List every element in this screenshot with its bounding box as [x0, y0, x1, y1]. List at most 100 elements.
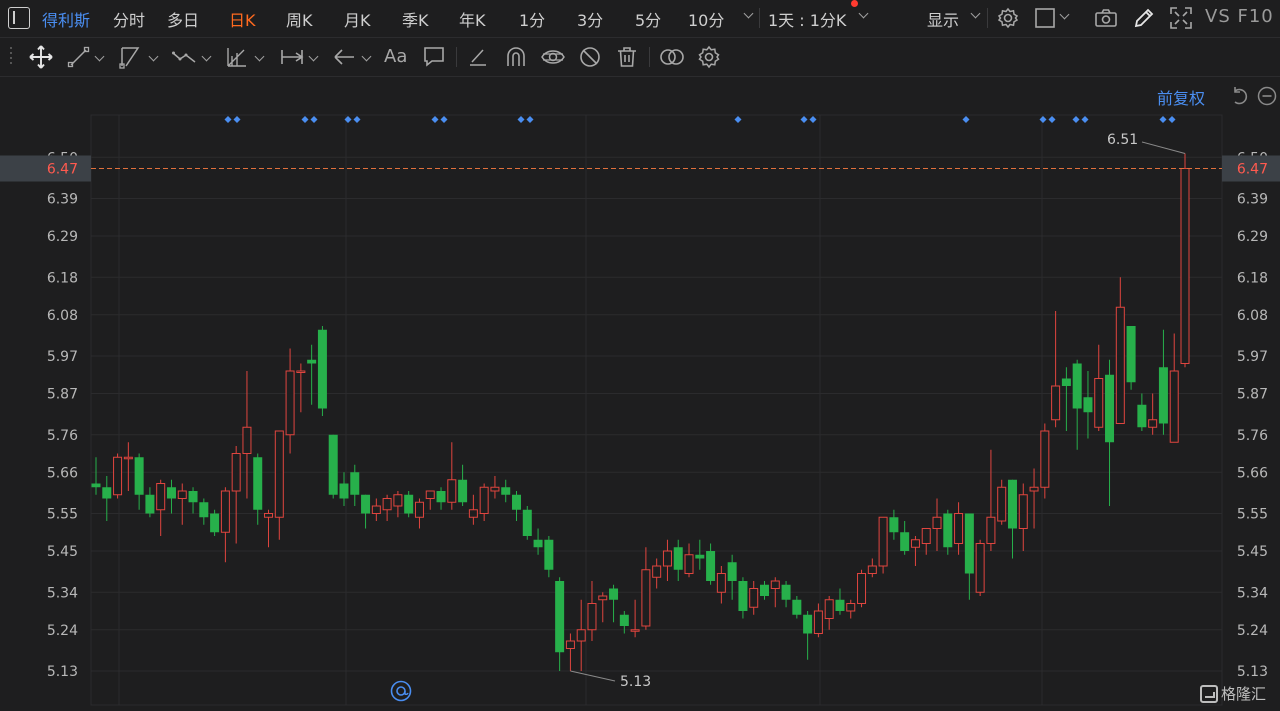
y-axis-left: 6.506.396.296.186.085.975.875.765.665.55…: [47, 150, 78, 680]
comment-icon[interactable]: [421, 44, 447, 70]
eye-toggle-icon[interactable]: [540, 44, 566, 70]
pencil-icon[interactable]: [1131, 5, 1157, 31]
period-tab-weekly-k[interactable]: 周K: [286, 7, 313, 31]
candle-body-up: [954, 513, 964, 544]
candle-body-down: [328, 434, 338, 495]
candle-body-down: [166, 487, 176, 499]
move-icon[interactable]: [28, 44, 54, 70]
stock-name[interactable]: 得利斯: [42, 7, 90, 31]
chevron-down-icon[interactable]: [254, 51, 265, 62]
chevron-down-icon[interactable]: [858, 8, 869, 19]
current-price-label: 6.47: [1237, 162, 1268, 178]
watermark-logo-icon: [1200, 684, 1218, 703]
candlesticks: [91, 153, 1190, 671]
chevron-down-icon[interactable]: [1059, 9, 1070, 20]
compare-icon[interactable]: [659, 44, 685, 70]
period-tab-quarterly-k[interactable]: 季K: [402, 7, 429, 31]
arrow-icon[interactable]: [332, 44, 358, 70]
hide-icon[interactable]: [577, 44, 603, 70]
candle-body-up: [749, 588, 759, 608]
period-tab-multi-day[interactable]: 多日: [167, 7, 199, 31]
period-tab-yearly-k[interactable]: 年K: [459, 7, 486, 31]
event-marker-diamond: [962, 116, 970, 123]
event-marker-diamond: [1168, 116, 1176, 123]
multi-day-selector[interactable]: 1天 : 1分K: [768, 7, 846, 31]
candle-body-up: [1094, 378, 1104, 428]
chevron-down-icon[interactable]: [148, 51, 159, 62]
period-tab-5min[interactable]: 5分: [635, 7, 661, 31]
candle-body-up: [598, 595, 608, 601]
chevron-down-icon[interactable]: [970, 8, 981, 19]
y-tick-label: 6.18: [47, 270, 78, 286]
event-marker-icon[interactable]: [390, 680, 412, 702]
display-menu[interactable]: 显示: [927, 7, 959, 31]
camera-icon[interactable]: [1093, 5, 1119, 31]
y-tick-label: 5.34: [1237, 585, 1268, 601]
candle-body-down: [889, 517, 899, 533]
divider: [987, 8, 988, 28]
period-tab-10min[interactable]: 10分: [688, 7, 724, 31]
candle-body-up: [932, 516, 942, 529]
candle-body-up: [910, 539, 920, 548]
drag-handle-icon[interactable]: [10, 47, 16, 67]
y-tick-label: 5.55: [1237, 507, 1268, 523]
event-marker-diamond: [809, 116, 817, 123]
candle-body-up: [1040, 430, 1050, 488]
checkbox-icon[interactable]: [1033, 5, 1059, 31]
chevron-down-icon[interactable]: [308, 51, 319, 62]
channel-icon[interactable]: [118, 44, 144, 70]
candle-body-down: [1158, 367, 1168, 424]
chevron-down-icon[interactable]: [94, 51, 105, 62]
measure-icon[interactable]: [279, 44, 305, 70]
period-more-chevron-icon[interactable]: [743, 8, 754, 19]
undo-icon[interactable]: [1229, 85, 1251, 107]
chevron-down-icon[interactable]: [361, 51, 372, 62]
trash-icon[interactable]: [614, 44, 640, 70]
collapse-icon[interactable]: [1257, 86, 1277, 106]
fibonacci-icon[interactable]: [224, 44, 250, 70]
y-tick-label: 5.45: [47, 544, 78, 560]
candle-body-down: [900, 532, 910, 551]
price-adjust-toggle[interactable]: 前复权: [1157, 85, 1205, 109]
candle-body-down: [307, 359, 317, 364]
candle-body-up: [662, 550, 672, 567]
fullscreen-icon[interactable]: [1168, 5, 1194, 31]
candle-body-up: [630, 629, 640, 632]
text-icon[interactable]: Aa: [384, 44, 414, 70]
sidebar-toggle-icon[interactable]: [8, 7, 30, 29]
vs-f10-button[interactable]: VS F10: [1205, 6, 1274, 27]
candle-body-down: [835, 599, 845, 611]
candle-body-down: [253, 457, 263, 510]
magnet-icon[interactable]: [503, 44, 529, 70]
candle-body-down: [759, 584, 769, 596]
line-icon[interactable]: [66, 44, 92, 70]
wave-icon[interactable]: [171, 44, 197, 70]
candle-body-up: [274, 430, 284, 518]
y-tick-label: 5.87: [1237, 387, 1268, 403]
current-price-line: 6.47 6.47: [0, 155, 1280, 182]
candle-body-up: [447, 479, 457, 503]
eraser-icon[interactable]: [465, 44, 491, 70]
gear-icon[interactable]: [696, 44, 722, 70]
period-tab-monthly-k[interactable]: 月K: [344, 7, 371, 31]
period-tab-1min[interactable]: 1分: [519, 7, 545, 31]
candle-body-down: [1061, 378, 1071, 386]
candle-body-up: [231, 453, 241, 492]
candle-body-up: [867, 565, 877, 574]
current-price-label: 6.47: [47, 162, 78, 178]
period-tab-daily-k[interactable]: 日K: [229, 7, 256, 31]
y-tick-label: 6.08: [47, 308, 78, 324]
chevron-down-icon[interactable]: [201, 51, 212, 62]
candle-body-up: [1169, 370, 1179, 443]
period-tab-intraday[interactable]: 分时: [113, 7, 145, 31]
candle-body-down: [512, 494, 522, 510]
kline-chart[interactable]: 6.506.396.296.186.085.975.875.765.665.55…: [0, 78, 1280, 711]
event-marker-diamond: [800, 116, 808, 123]
candle-body-up: [479, 486, 489, 514]
y-tick-label: 5.55: [47, 507, 78, 523]
period-tab-3min[interactable]: 3分: [577, 7, 603, 31]
y-tick-label: 5.13: [47, 664, 78, 680]
candle-body-up: [857, 573, 867, 604]
low-price-annotation: 5.13: [620, 674, 651, 690]
settings-icon[interactable]: [995, 5, 1021, 31]
